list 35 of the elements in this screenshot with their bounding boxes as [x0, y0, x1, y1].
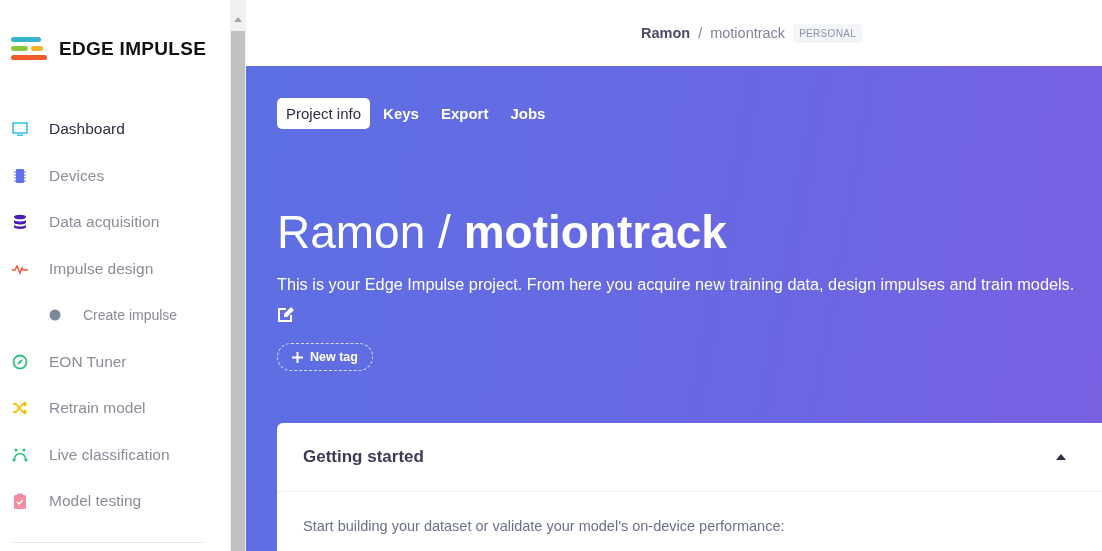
nav-item[interactable]: Data acquisition: [0, 199, 230, 246]
tab[interactable]: Keys: [374, 98, 428, 129]
logo-icon: [10, 36, 47, 62]
breadcrumb-separator: /: [698, 25, 703, 41]
nav-item[interactable]: Impulse design: [0, 245, 230, 292]
logo-text: EDGE IMPULSE: [59, 38, 207, 60]
nav-item[interactable]: EON Tuner: [0, 338, 230, 385]
nav-item[interactable]: Retrain model: [0, 385, 230, 432]
nav-item[interactable]: Devices: [0, 152, 230, 199]
owner-name[interactable]: Ramon: [641, 25, 691, 41]
database-icon: [11, 213, 29, 232]
nav-subitem[interactable]: Create impulse: [0, 292, 230, 339]
tab[interactable]: Jobs: [501, 98, 555, 129]
card-text: Start building your dataset or validate your model's on-device performance:: [302, 517, 786, 534]
nav-item[interactable]: Model testing: [0, 478, 230, 525]
project-name: motiontrack: [710, 25, 786, 41]
nav-item[interactable]: Dashboard: [0, 106, 230, 153]
project-badge: PERSONAL: [793, 23, 862, 43]
monitor-icon: [11, 120, 29, 139]
nav-item[interactable]: Live classification: [0, 431, 230, 478]
project-title: Ramon / motiontrack: [277, 205, 727, 259]
tab[interactable]: Project info: [277, 98, 371, 129]
compass-icon: [11, 352, 29, 371]
chip-icon: [11, 166, 29, 185]
clipboard-icon: [11, 492, 29, 511]
project-description: This is your Edge Impulse project. From here you acquire new training data, design impulses and train models.: [277, 275, 1075, 294]
scrollbar[interactable]: [230, 0, 246, 551]
card-header[interactable]: Getting started: [277, 423, 1102, 492]
tab[interactable]: Export: [431, 98, 498, 129]
dot-icon: [49, 309, 61, 322]
caret-icon[interactable]: [1056, 454, 1066, 460]
scroll-up-icon[interactable]: [233, 15, 243, 23]
card-title: Getting started: [303, 447, 424, 467]
plus-icon: [292, 351, 303, 363]
edit-icon[interactable]: [277, 306, 295, 323]
